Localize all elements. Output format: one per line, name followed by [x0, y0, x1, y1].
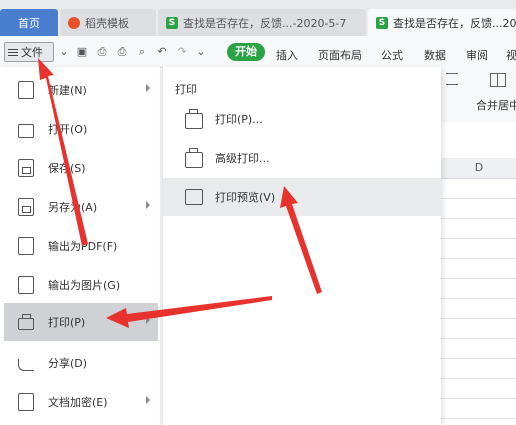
- file-menu-open[interactable]: 打开(O): [4, 110, 158, 148]
- print-submenu-advanced-label: 高级打印...: [215, 152, 270, 165]
- menu-view[interactable]: 视: [506, 47, 516, 63]
- file-menu-button[interactable]: 文件: [4, 42, 54, 62]
- print-icon[interactable]: ⎙: [116, 46, 128, 58]
- grid-row-line: [441, 258, 516, 259]
- title-tab-bar: 首页 稻壳模板 S 查找是否存在，反馈...-2020-5-7 S 查找是否存在…: [0, 0, 516, 36]
- file-menu-share-label: 分享(D): [48, 357, 88, 370]
- file-menu-encrypt-label: 文档加密(E): [48, 396, 108, 409]
- menu-data[interactable]: 数据: [424, 47, 446, 63]
- save-as-icon: [18, 198, 34, 216]
- redo-icon[interactable]: ↷: [176, 46, 188, 58]
- column-header-d[interactable]: D: [441, 158, 516, 178]
- grid-row-line: [441, 358, 516, 359]
- new-icon: [18, 81, 34, 99]
- tab-docer-templates[interactable]: 稻壳模板: [60, 9, 156, 36]
- file-menu-new[interactable]: 新建(N): [4, 71, 158, 109]
- folder-icon: [18, 123, 34, 138]
- print-submenu-preview[interactable]: 打印预览(V): [163, 178, 441, 216]
- file-menu-export-image[interactable]: 输出为图片(G): [4, 266, 158, 304]
- print-submenu-print[interactable]: 打印(P)...: [163, 100, 441, 138]
- chevron-down-icon[interactable]: ⌄: [195, 46, 207, 58]
- print-preview-icon: [185, 189, 203, 205]
- menu-review[interactable]: 审阅: [466, 47, 488, 63]
- chevron-down-icon[interactable]: ⌄: [58, 46, 70, 58]
- save-icon[interactable]: ▣: [76, 46, 88, 58]
- spreadsheet-s-icon: S: [166, 16, 178, 29]
- docer-logo-icon: [68, 16, 80, 29]
- save-icon: [18, 159, 34, 177]
- grid-row-line: [441, 418, 516, 419]
- menu-insert[interactable]: 插入: [276, 47, 298, 63]
- chevron-right-icon: [146, 201, 150, 209]
- undo-icon[interactable]: ↶: [156, 46, 168, 58]
- menu-page-layout[interactable]: 页面布局: [318, 47, 362, 63]
- chevron-right-icon: [146, 84, 150, 92]
- print-submenu-preview-label: 打印预览(V): [215, 191, 276, 204]
- pdf-icon: [18, 237, 34, 255]
- tab-spreadsheet-1-label: 查找是否存在，反馈...-2020-5-7: [183, 16, 347, 30]
- advanced-print-icon: [185, 147, 203, 168]
- tab-spreadsheet-1[interactable]: S 查找是否存在，反馈...-2020-5-7: [158, 9, 366, 36]
- grid-row-line: [441, 278, 516, 279]
- spreadsheet-s-icon: S: [376, 16, 388, 29]
- grid-row-line: [441, 198, 516, 199]
- file-menu-export-image-label: 输出为图片(G): [48, 279, 121, 292]
- column-header-row: D: [441, 158, 516, 179]
- print-submenu-print-label: 打印(P)...: [215, 113, 263, 126]
- encrypt-icon: [18, 393, 34, 411]
- image-icon: [18, 276, 34, 294]
- merge-cells-icon[interactable]: [490, 73, 506, 87]
- file-menu-share[interactable]: 分享(D): [4, 344, 158, 382]
- grid-row-line: [441, 378, 516, 379]
- merge-center-label[interactable]: 合并居中: [476, 97, 516, 113]
- file-menu-print[interactable]: 打印(P): [4, 303, 158, 341]
- grid-row-line: [441, 238, 516, 239]
- file-menu-save-as-label: 另存为(A): [48, 201, 98, 214]
- printer-icon: [185, 108, 203, 129]
- file-menu-save[interactable]: 保存(S): [4, 149, 158, 187]
- share-icon: [18, 358, 34, 371]
- file-menu-save-as[interactable]: 另存为(A): [4, 188, 158, 226]
- grid-row-line: [441, 218, 516, 219]
- chevron-right-icon: [146, 396, 150, 404]
- tab-home-label: 首页: [18, 16, 40, 30]
- file-menu-label: 文件: [21, 46, 43, 59]
- file-menu-open-label: 打开(O): [48, 123, 88, 136]
- grid-row-line: [441, 398, 516, 399]
- file-menu-print-label: 打印(P): [48, 316, 86, 329]
- file-dropdown-menu: 新建(N) 打开(O) 保存(S) 另存为(A) 输出为PDF(F) 输出为图片…: [0, 67, 160, 425]
- ribbon-tools: 合并居中: [440, 67, 516, 122]
- file-menu-encrypt[interactable]: 文档加密(E): [4, 383, 158, 421]
- file-menu-export-pdf[interactable]: 输出为PDF(F): [4, 227, 158, 265]
- print-submenu-title: 打印: [175, 83, 197, 96]
- file-menu-new-label: 新建(N): [48, 84, 87, 97]
- tab-docer-label: 稻壳模板: [85, 16, 129, 30]
- tab-spreadsheet-2-label: 查找是否存在，反馈...2020: [393, 16, 516, 30]
- tab-spreadsheet-2[interactable]: S 查找是否存在，反馈...2020: [368, 9, 516, 36]
- chevron-right-icon: [146, 316, 150, 324]
- grid-row-line: [441, 298, 516, 299]
- start-tab-button[interactable]: 开始: [227, 43, 265, 61]
- tab-home[interactable]: 首页: [0, 9, 58, 36]
- grid-row-line: [441, 338, 516, 339]
- file-menu-save-label: 保存(S): [48, 162, 86, 175]
- print-submenu: 打印 打印(P)... 高级打印... 打印预览(V): [162, 67, 441, 425]
- menu-formula[interactable]: 公式: [381, 47, 403, 63]
- grid-row-line: [441, 318, 516, 319]
- printer-icon: [18, 313, 34, 330]
- align-icon[interactable]: [446, 73, 458, 85]
- ribbon-menu-row: 文件 ⌄ ▣ ⎙ ⎙ ⌕ ↶ ↷ ⌄ 开始 插入 页面布局 公式 数据 审阅 视: [0, 36, 516, 68]
- hamburger-icon: [8, 47, 18, 58]
- spreadsheet-grid[interactable]: D: [440, 122, 516, 425]
- file-menu-export-pdf-label: 输出为PDF(F): [48, 240, 118, 253]
- print-preview-icon[interactable]: ⌕: [136, 46, 148, 58]
- export-icon[interactable]: ⎙: [96, 46, 108, 58]
- print-submenu-advanced[interactable]: 高级打印...: [163, 139, 441, 177]
